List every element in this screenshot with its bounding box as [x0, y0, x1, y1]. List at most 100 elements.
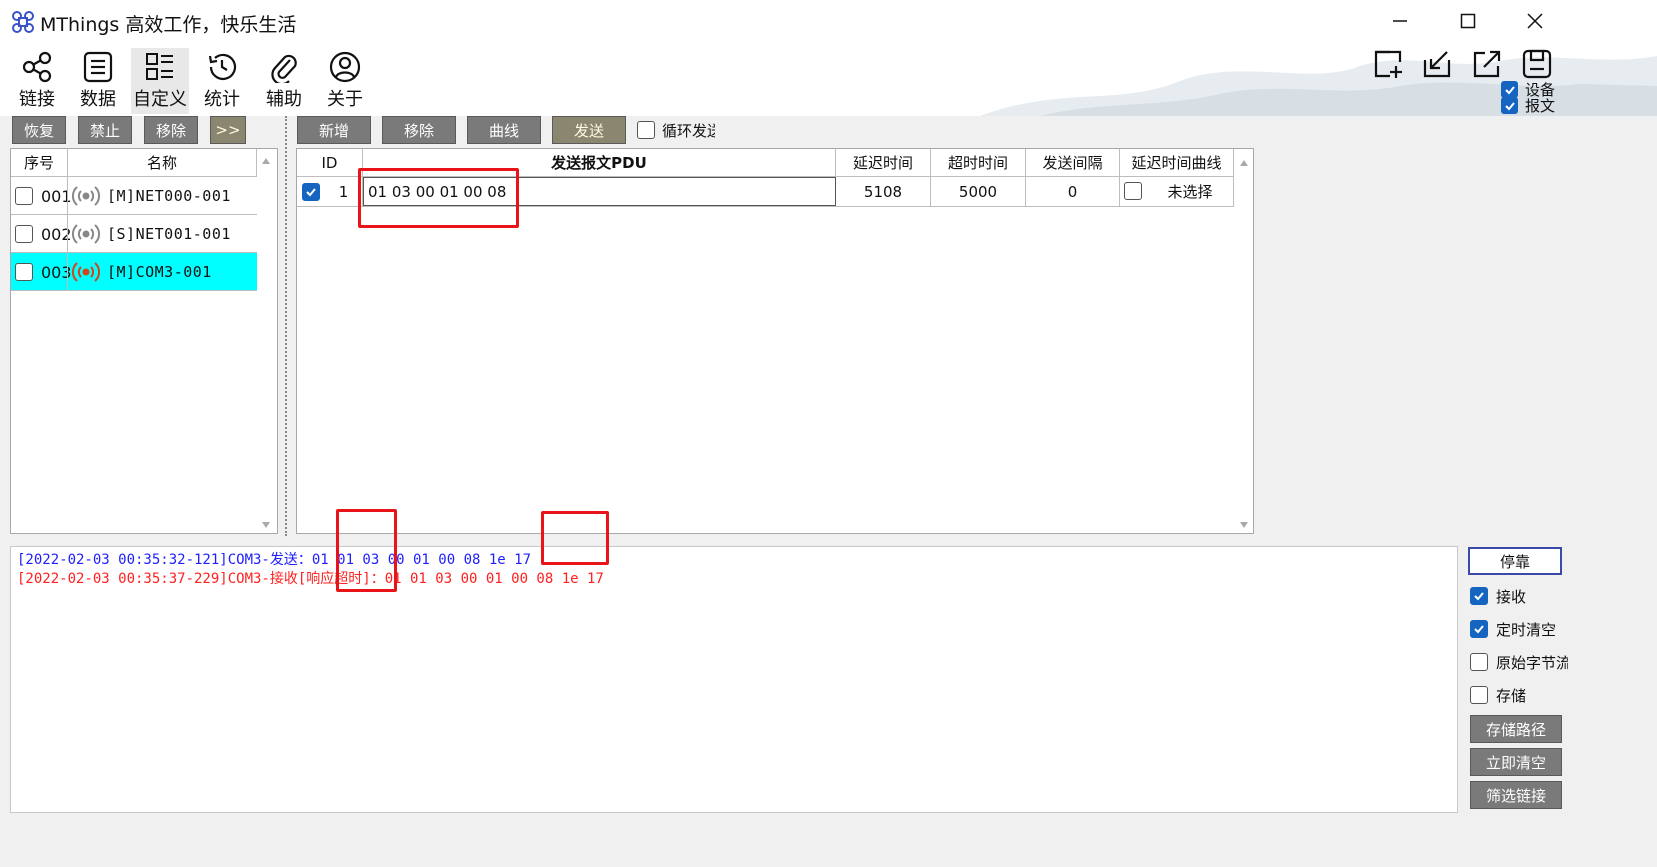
list-icon — [83, 51, 113, 83]
expand-button[interactable]: >> — [210, 116, 246, 144]
toolbar-custom-label: 自定义 — [133, 89, 187, 110]
paperclip-icon — [271, 54, 297, 83]
toolbar-stats[interactable]: 统计 — [193, 48, 251, 114]
history-icon — [208, 53, 237, 80]
column-header-index: 序号 — [11, 149, 68, 177]
loop-checkbox-box — [637, 121, 655, 139]
toolbar-about[interactable]: 关于 — [316, 48, 374, 114]
checkbox-box — [1470, 620, 1488, 638]
dock-button[interactable]: 停靠 — [1468, 547, 1562, 575]
signal-active-icon — [71, 262, 101, 282]
curve-value[interactable]: 未选择 — [1147, 177, 1234, 206]
add-message-button[interactable]: 新增 — [297, 116, 371, 144]
device-row-selected[interactable]: 003 [M]COM3-001 — [11, 253, 257, 291]
remove-device-button[interactable]: 移除 — [144, 116, 198, 144]
column-header-delay: 延迟时间 — [836, 149, 931, 177]
log-line-receive: [2022-02-03 00:35:37-229]COM3-接收[响应超时]：0… — [17, 571, 604, 587]
auto-clear-checkbox[interactable]: 定时清空 — [1470, 617, 1650, 641]
store-label: 存储 — [1496, 686, 1527, 705]
share-icon — [22, 51, 52, 83]
checkbox-box — [1470, 686, 1488, 704]
row-checkbox[interactable] — [15, 225, 33, 243]
loop-send-checkbox[interactable]: 循环发送 — [637, 119, 715, 141]
import-icon — [1423, 51, 1451, 78]
device-row[interactable]: 001 [M]NET000-001 — [11, 177, 257, 215]
maximize-icon — [1460, 13, 1476, 33]
raw-bytes-checkbox[interactable]: 原始字节流 — [1470, 650, 1568, 674]
storage-path-button[interactable]: 存储路径 — [1470, 715, 1562, 743]
message-checkbox[interactable]: 报文 — [1501, 95, 1555, 116]
user-icon — [329, 51, 361, 83]
column-header-delay-curve: 延迟时间曲线 — [1120, 149, 1234, 177]
toolbar-assist-label: 辅助 — [266, 89, 302, 110]
restore-button[interactable]: 恢复 — [12, 116, 66, 144]
toolbar-data-label: 数据 — [80, 89, 116, 110]
row-checkbox[interactable] — [15, 187, 33, 205]
add-window-button[interactable] — [1372, 48, 1408, 84]
toolbar-about-label: 关于 — [327, 89, 363, 110]
scroll-up-icon[interactable] — [1239, 155, 1249, 171]
checkmark-icon — [1474, 592, 1484, 601]
device-list: 序号 名称 001 [M]NET000-001 002 [S]NET001-00… — [10, 148, 278, 534]
close-button[interactable] — [1505, 2, 1565, 44]
checkbox-box — [1470, 587, 1488, 605]
checkbox-box — [1470, 653, 1488, 671]
column-header-id: ID — [297, 149, 363, 177]
filter-link-button[interactable]: 筛选链接 — [1470, 781, 1562, 809]
checkmark-icon — [1501, 97, 1518, 114]
store-checkbox[interactable]: 存储 — [1470, 683, 1650, 707]
signal-icon — [71, 224, 101, 244]
toolbar-assist[interactable]: 辅助 — [255, 48, 313, 114]
save-icon — [1522, 49, 1552, 79]
annotation-box-crc — [541, 511, 609, 565]
scroll-down-icon[interactable] — [261, 517, 271, 533]
auto-clear-label: 定时清空 — [1496, 620, 1557, 639]
toolbar-link-label: 链接 — [19, 89, 55, 110]
scroll-down-icon[interactable] — [1239, 517, 1249, 533]
send-button[interactable]: 发送 — [552, 116, 626, 144]
minimize-icon — [1392, 13, 1408, 33]
scroll-up-icon[interactable] — [261, 153, 271, 169]
receive-checkbox[interactable]: 接收 — [1470, 584, 1650, 608]
app-logo-icon — [10, 9, 36, 35]
device-name: [M]NET000-001 — [107, 187, 231, 205]
add-window-icon — [1374, 50, 1402, 78]
grid-list-icon — [146, 53, 173, 80]
device-name: [M]COM3-001 — [107, 263, 212, 281]
curve-checkbox[interactable] — [1124, 182, 1142, 200]
column-header-timeout: 超时时间 — [931, 149, 1026, 177]
device-row[interactable]: 002 [S]NET001-001 — [11, 215, 257, 253]
message-checkbox-label: 报文 — [1525, 97, 1556, 115]
delay-value[interactable]: 5108 — [836, 177, 931, 206]
annotation-box-address — [336, 509, 397, 592]
export-icon — [1473, 50, 1501, 78]
message-log[interactable]: [2022-02-03 00:35:32-121]COM3-发送：01 01 0… — [10, 546, 1458, 813]
remove-message-button[interactable]: 移除 — [382, 116, 456, 144]
loop-send-label: 循环发送 — [662, 121, 715, 140]
toolbar-data[interactable]: 数据 — [69, 48, 127, 114]
clear-now-button[interactable]: 立即清空 — [1470, 748, 1562, 776]
interval-value[interactable]: 0 — [1026, 177, 1120, 206]
window-title: MThings 高效工作，快乐生活 — [40, 14, 297, 36]
raw-bytes-label: 原始字节流 — [1496, 653, 1568, 672]
column-header-name: 名称 — [68, 149, 257, 177]
import-button[interactable] — [1421, 48, 1457, 84]
curve-button[interactable]: 曲线 — [467, 116, 541, 144]
disable-button[interactable]: 禁止 — [78, 116, 132, 144]
row-checkbox[interactable] — [302, 183, 320, 201]
toolbar-link[interactable]: 链接 — [8, 48, 66, 114]
checkmark-icon — [306, 188, 316, 197]
close-icon — [1527, 13, 1543, 33]
checkmark-icon — [1474, 625, 1484, 634]
log-line-send: [2022-02-03 00:35:32-121]COM3-发送：01 01 0… — [17, 552, 532, 568]
column-header-interval: 发送间隔 — [1026, 149, 1120, 177]
splitter[interactable] — [285, 116, 287, 536]
row-checkbox[interactable] — [15, 263, 33, 281]
minimize-button[interactable] — [1370, 2, 1430, 44]
signal-icon — [71, 186, 101, 206]
annotation-box-pdu — [358, 168, 519, 228]
timeout-value[interactable]: 5000 — [931, 177, 1026, 206]
toolbar-custom[interactable]: 自定义 — [131, 48, 189, 114]
maximize-button[interactable] — [1438, 2, 1498, 44]
receive-label: 接收 — [1496, 587, 1527, 606]
